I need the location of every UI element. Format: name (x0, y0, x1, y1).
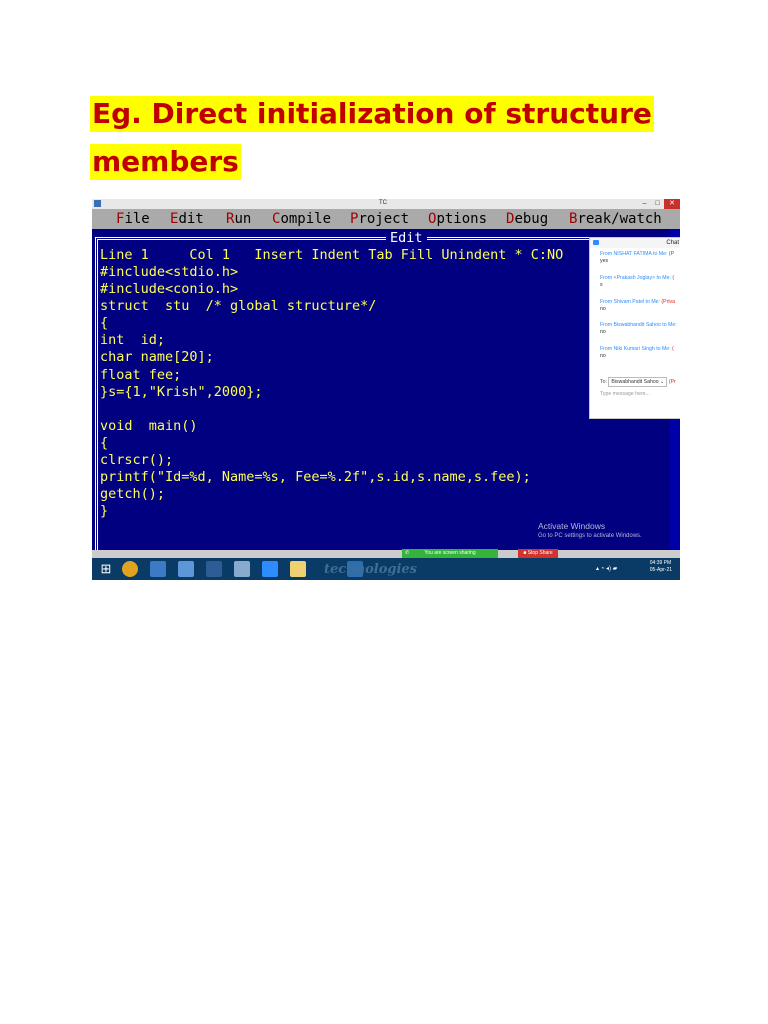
windows-start-icon[interactable]: ⊞ (98, 561, 114, 577)
notepad-icon[interactable] (150, 561, 166, 577)
code-line: #include<stdio.h> (100, 264, 239, 280)
code-line: int id; (100, 332, 166, 349)
chat-message-input[interactable]: Type message here... (600, 391, 650, 397)
chat-sender: From Biswabhandit Sahoo to Me: (600, 322, 677, 328)
code-line: { (100, 315, 109, 332)
chat-text: no (600, 306, 606, 312)
app-icon (94, 200, 101, 207)
chrome-icon[interactable] (122, 561, 138, 577)
code-line: float fee; (100, 366, 182, 383)
minimize-icon[interactable]: – (638, 199, 651, 209)
activate-subtitle: Go to PC settings to activate Windows. (538, 533, 642, 539)
activate-title: Activate Windows (538, 521, 606, 531)
menu-file[interactable]: File (116, 209, 150, 229)
menu-run[interactable]: Run (226, 209, 251, 229)
chat-header: Chat (590, 238, 680, 248)
tray-icons[interactable]: ▴ ◔ ◂) ▰ (596, 565, 617, 572)
screen-share-status: You are screen sharing (424, 550, 476, 556)
technologies-logo: technologies (324, 562, 417, 577)
chat-recipient-select[interactable]: Biswabhandit Sahoo ⌄ (608, 377, 668, 387)
horizontal-scrollbar[interactable] (92, 550, 680, 558)
chat-text: yes (600, 258, 609, 264)
menu-debug[interactable]: Debug (506, 209, 548, 229)
files-icon[interactable] (234, 561, 250, 577)
code-line: { (100, 434, 109, 451)
chat-message: From Biswabhandit Sahoo to Me: no (600, 322, 680, 336)
code-line: struct stu /* global structure*/ (100, 298, 377, 315)
code-line: getch(); (100, 486, 166, 503)
menu-compile[interactable]: Compile (272, 209, 331, 229)
code-line: char name[20]; (100, 349, 214, 366)
chat-message: From Shivam Patel to Me: (Priva no (600, 299, 680, 313)
maximize-icon[interactable]: □ (651, 199, 664, 209)
code-line: #include<conio.h> (100, 281, 239, 298)
close-icon[interactable]: ✕ (664, 199, 680, 209)
code-line: clrscr(); (100, 452, 174, 469)
chat-sender: From Shivam Patel to Me: (600, 299, 660, 305)
code-line: } (100, 503, 109, 520)
chat-message: From Niki Kumari Singh to Me: ( no (600, 346, 680, 360)
code-line: }s={1,"Krish",2000}; (100, 383, 263, 400)
menu-break-watch[interactable]: Break/watch (569, 209, 662, 229)
zoom-camera-icon (593, 240, 599, 245)
chat-text: no (600, 353, 606, 359)
editor-title: Edit (386, 230, 427, 246)
embedded-screenshot: TC – □ ✕ File Edit Run Compile Project O… (92, 199, 680, 580)
menu-project[interactable]: Project (350, 209, 409, 229)
private-tag: (P (668, 251, 675, 257)
screen-share-bar: ✆ You are screen sharing (402, 549, 498, 558)
stop-share-button[interactable]: ■ Stop Share (518, 549, 558, 558)
activate-windows-watermark: Activate Windows Go to PC settings to ac… (538, 521, 642, 541)
chat-text: s (600, 282, 603, 288)
private-tag: (Priva (661, 299, 675, 305)
chat-message: From <Prakash Joglay> to Me: ( s (600, 275, 680, 289)
chat-title: Chat (666, 240, 679, 246)
chat-sender: From Niki Kumari Singh to Me: (600, 346, 671, 352)
clock[interactable]: 04:39 PM 05-Apr-21 (650, 560, 672, 574)
editor-window[interactable]: Edit Line 1 Col 1 Insert Indent Tab Fill… (92, 229, 678, 562)
calculator-icon[interactable] (206, 561, 222, 577)
chat-message: From NISHAT FATIMA to Me: (P yes (600, 251, 680, 265)
phone-icon: ✆ (405, 550, 410, 556)
chat-sender: From <Prakash Joglay> to Me: (600, 275, 671, 281)
private-tag: (Pr (668, 379, 676, 385)
explorer-icon[interactable] (178, 561, 194, 577)
menu-options[interactable]: Options (428, 209, 487, 229)
menu-edit[interactable]: Edit (170, 209, 204, 229)
clock-date: 05-Apr-21 (649, 567, 672, 573)
window-title: TC (379, 200, 387, 206)
chat-sender: From NISHAT FATIMA to Me: (600, 251, 668, 257)
menu-bar: File Edit Run Compile Project Options De… (92, 209, 680, 229)
heading-line-1: Eg. Direct initialization of structure (90, 96, 654, 132)
code-line: void main() (100, 417, 198, 434)
private-tag: ( (672, 275, 675, 281)
clock-time: 04:39 PM (649, 560, 672, 566)
chat-recipient-row: To: Biswabhandit Sahoo ⌄ (Pr (600, 377, 676, 387)
folder-icon[interactable] (290, 561, 306, 577)
heading-line-2: members (90, 144, 241, 180)
private-tag: ( (672, 346, 674, 352)
code-line: printf("Id=%d, Name=%s, Fee=%.2f",s.id,s… (100, 469, 531, 486)
chat-text: no (600, 329, 606, 335)
chat-panel: Chat From NISHAT FATIMA to Me: (P yes Fr… (589, 237, 680, 419)
editor-status-line: Line 1 Col 1 Insert Indent Tab Fill Unin… (100, 247, 564, 263)
zoom-icon[interactable] (262, 561, 278, 577)
stop-share-label: Stop Share (527, 550, 553, 556)
window-titlebar: TC – □ ✕ (92, 199, 680, 209)
chat-to-label: To: (600, 379, 607, 385)
code-area[interactable]: #include<stdio.h> #include<conio.h> stru… (100, 264, 531, 520)
